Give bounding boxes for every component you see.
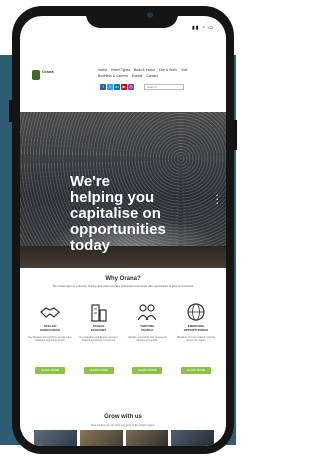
phone-notch [86, 6, 178, 28]
card-title: STABLE ECONOMY [90, 324, 107, 332]
why-intro: The Orana region is a diverse, thriving … [52, 285, 194, 288]
slider-dots[interactable]: • • • [216, 194, 218, 207]
site-logo[interactable]: Orana [32, 70, 62, 84]
learn-more-button[interactable]: LEARN MORE [180, 367, 211, 375]
nav-item[interactable]: Visit [181, 68, 187, 73]
camera-icon [147, 12, 153, 18]
photo-tile[interactable] [171, 430, 214, 446]
card-body: Lifestyle, community and services for fa… [127, 336, 167, 343]
photo-tile[interactable] [34, 430, 77, 446]
card-title: SKILLED WORKFORCE [40, 324, 60, 332]
feature-card: THRIVING PEOPLE Lifestyle, community and… [125, 302, 169, 375]
card-body: Migration and new markets opening across… [177, 336, 215, 343]
photo-tile[interactable] [79, 430, 123, 446]
phone-screen: ▮▮ ◔ ▭ Orana Invest Home Types Build & I… [20, 16, 226, 446]
nav-item[interactable]: Events [132, 74, 142, 79]
feature-card: EMERGING OPPORTUNITIES Migration and new… [174, 302, 218, 375]
nav-item[interactable]: Contact [146, 74, 158, 79]
grow-section: Grow with us Find out how we can help yo… [20, 414, 226, 446]
why-section: Why Orana? The Orana region is a diverse… [20, 268, 226, 383]
nav-item[interactable]: Live & Work [159, 68, 177, 73]
nav-item[interactable]: Home Types [111, 68, 130, 73]
phone-side-button [234, 120, 237, 150]
logo-text: Orana [42, 69, 54, 74]
nav-item[interactable]: Business & Careers [98, 74, 128, 79]
why-heading: Why Orana? [105, 276, 141, 282]
phone-volume-button [9, 100, 12, 122]
learn-more-button[interactable]: LEARN MORE [132, 367, 163, 375]
card-body: Key Regions and workforce across many in… [28, 336, 72, 343]
logo-mark-icon [32, 70, 40, 80]
card-title: THRIVING PEOPLE [140, 324, 155, 332]
handshake-icon [40, 307, 60, 318]
photo-strip [34, 430, 214, 446]
grow-heading: Grow with us [104, 414, 142, 420]
globe-icon [187, 303, 205, 321]
hero-banner: We're helping you capitalise on opportun… [20, 112, 226, 268]
feature-card: SKILLED WORKFORCE Key Regions and workfo… [28, 302, 72, 375]
nav-item[interactable]: Build & Invest [134, 68, 155, 73]
learn-more-button[interactable]: LEARN MORE [35, 367, 65, 375]
status-icons: ▮▮ ◔ ▭ [191, 25, 214, 31]
feature-card: STABLE ECONOMY Key industries and divers… [77, 302, 121, 375]
grow-intro: Find out how we can help you grow in the… [90, 424, 156, 427]
feature-cards: SKILLED WORKFORCE Key Regions and workfo… [28, 302, 218, 375]
search-input[interactable]: Search [144, 84, 184, 90]
card-title: EMERGING OPPORTUNITIES [183, 324, 209, 332]
site-header: Orana Invest Home Types Build & Invest L… [20, 62, 226, 112]
learn-more-button[interactable]: LEARN MORE [83, 367, 114, 375]
photo-tile[interactable] [125, 430, 169, 446]
facebook-icon[interactable]: f [100, 84, 106, 90]
card-body: Key industries and diverse economy suppo… [79, 336, 118, 343]
nav-item[interactable]: Invest [98, 68, 107, 73]
linkedin-icon[interactable]: in [114, 84, 120, 90]
instagram-icon[interactable]: ◎ [128, 84, 134, 90]
main-nav: Invest Home Types Build & Invest Live & … [98, 68, 216, 79]
hero-title: We're helping you capitalise on opportun… [70, 173, 166, 254]
people-icon [137, 304, 157, 321]
social-links: f t in ▶ ◎ [100, 84, 134, 90]
youtube-icon[interactable]: ▶ [121, 84, 127, 90]
buildings-icon [91, 304, 107, 322]
twitter-icon[interactable]: t [107, 84, 113, 90]
